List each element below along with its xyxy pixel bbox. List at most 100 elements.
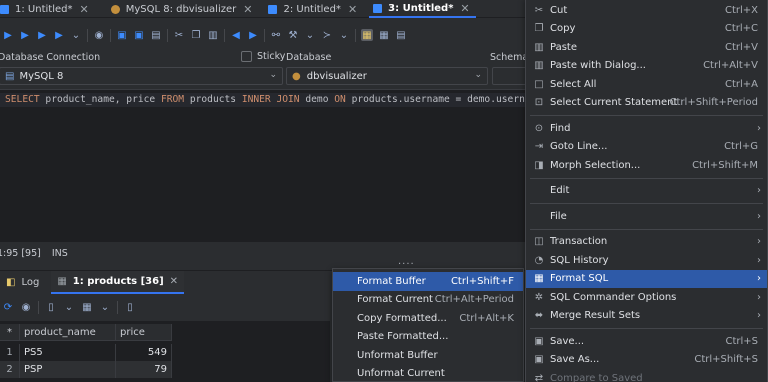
grid-icon[interactable]: ▦ [378,29,390,41]
dropdown-icon[interactable]: ⌄ [99,301,111,313]
tab-log[interactable]: ◧ Log [0,271,45,294]
menu-item-save-as[interactable]: ▣ Save As... Ctrl+Shift+S [526,351,767,370]
menu-item-merge-result-sets[interactable]: ⬌ Merge Result Sets › [526,307,767,326]
dropdown-icon[interactable]: ⌄ [338,29,350,41]
database-select[interactable]: ● dbvisualizer ⌄ [286,67,488,85]
menu-item-sql-commander-options[interactable]: ✲ SQL Commander Options › [526,288,767,307]
save-as-icon[interactable]: ▣ [133,29,145,41]
table-row[interactable]: 2 PSP 79 [0,361,172,378]
menu-item-format-sql[interactable]: ▦ Format SQL › [526,269,767,288]
tab-untitled-1[interactable]: 1: Untitled* ✕ [0,0,95,18]
menu-item-find[interactable]: ⊙ Find › [526,119,767,138]
menu-item-file[interactable]: File › [526,207,767,226]
tab-mysql-dbvisualizer[interactable]: MySQL 8: dbvisualizer ✕ [107,0,259,18]
menu-item-unformat-current[interactable]: Unformat Current [333,365,523,382]
compare-icon: ⇄ [534,372,544,382]
delete-icon[interactable]: ▯ [124,301,136,313]
menu-item-save[interactable]: ▣ Save... Ctrl+S [526,332,767,351]
menu-item-label: Save... [550,335,585,347]
stop-icon[interactable]: ◉ [93,29,105,41]
run-mode-icon[interactable]: ≻ [321,29,333,41]
format-sql-submenu: Format Buffer Ctrl+Shift+F Format Current C… [332,268,524,382]
tab-untitled-2[interactable]: 2: Untitled* ✕ [264,0,363,18]
menu-item-select-all[interactable]: □ Select All Ctrl+A [526,75,767,94]
cut-icon[interactable]: ✂ [173,29,185,41]
select-statement-icon: ⊡ [534,97,544,109]
menu-item-shortcut: Ctrl+A [724,78,758,90]
menu-item-label: Edit [550,185,570,197]
query-builder-icon[interactable]: ⚯ [270,29,282,41]
menu-item-unformat-buffer[interactable]: Unformat Buffer [333,346,523,365]
dropdown-icon[interactable]: ⌄ [63,301,75,313]
menu-item-morph-selection[interactable]: ◨ Morph Selection... Ctrl+Shift+M [526,156,767,175]
column-header-product-name[interactable]: product_name [20,324,116,340]
menu-item-format-buffer[interactable]: Format Buffer Ctrl+Shift+F [333,272,523,291]
forward-icon[interactable]: ▶ [247,29,259,41]
menu-item-format-current[interactable]: Format Current Ctrl+Alt+Period [333,291,523,310]
menu-item-label: Format Current [357,294,433,306]
tab-untitled-3[interactable]: 3: Untitled* ✕ [369,0,476,18]
stop-icon[interactable]: ◉ [20,301,32,313]
editor-tab-bar: 1: Untitled* ✕ MySQL 8: dbvisualizer ✕ 2… [0,0,526,18]
sql-editor[interactable]: SELECT product_name, price FROM products… [0,89,526,242]
print-icon[interactable]: ▤ [150,29,162,41]
menu-item-paste-formatted[interactable]: Paste Formatted... [333,328,523,347]
row-number: 2 [0,361,20,378]
menu-item-label: Unformat Buffer [357,349,438,361]
history-icon: ◔ [534,254,544,266]
menu-item-goto-line[interactable]: ⇥ Goto Line... Ctrl+G [526,138,767,157]
sql-identifier: products [184,94,242,105]
sticky-checkbox[interactable]: Sticky [241,51,285,62]
menu-item-copy[interactable]: ❐ Copy Ctrl+C [526,20,767,39]
close-icon[interactable]: ✕ [460,2,469,15]
menu-item-paste[interactable]: ▥ Paste Ctrl+V [526,38,767,57]
grid-view-icon[interactable]: ▦ [81,301,93,313]
menu-item-label: Select Current Statement [550,97,678,109]
cursor-position: 1:95 [95] [0,247,41,259]
execute-current-icon[interactable]: ▶ [19,29,31,41]
menu-item-copy-formatted[interactable]: Copy Formatted... Ctrl+Alt+K [333,309,523,328]
close-icon[interactable]: ✕ [348,3,357,16]
copy-icon[interactable]: ❐ [190,29,202,41]
table-row[interactable]: 1 PS5 549 [0,344,172,361]
format-sql-icon[interactable]: ▦ [361,29,373,41]
execute-icon[interactable]: ▶ [2,29,14,41]
menu-item-shortcut: Ctrl+Shift+S [694,354,758,366]
menu-item-label: Paste [550,41,577,53]
tools-icon[interactable]: ⚒ [287,29,299,41]
cell-product-name[interactable]: PS5 [20,344,116,361]
menu-item-select-current-statement[interactable]: ⊡ Select Current Statement Ctrl+Shift+Peri… [526,94,767,113]
sql-keyword: SELECT [5,94,40,105]
menu-item-edit[interactable]: Edit › [526,182,767,201]
execute-buffer-icon[interactable]: ▶ [36,29,48,41]
cell-price[interactable]: 79 [116,361,172,378]
chevron-right-icon: › [757,122,761,134]
menu-item-label: Format Buffer [357,275,426,287]
save-icon[interactable]: ▣ [116,29,128,41]
paste-icon[interactable]: ▥ [207,29,219,41]
list-icon[interactable]: ▤ [395,29,407,41]
dropdown-icon[interactable]: ⌄ [304,29,316,41]
cell-price[interactable]: 549 [116,344,172,361]
export-icon[interactable]: ▯ [45,301,57,313]
menu-item-cut[interactable]: ✂ Cut Ctrl+X [526,1,767,20]
close-icon[interactable]: ✕ [243,3,252,16]
execute-explain-icon[interactable]: ▶ [53,29,65,41]
dropdown-icon[interactable]: ⌄ [70,29,82,41]
back-icon[interactable]: ◀ [230,29,242,41]
cell-product-name[interactable]: PSP [20,361,116,378]
menu-item-paste-with-dialog[interactable]: ▥ Paste with Dialog... Ctrl+Alt+V [526,57,767,76]
more-handle[interactable]: .... [398,256,415,267]
column-header-price[interactable]: price [116,324,172,340]
tab-products-result[interactable]: ▦ 1: products [36] ✕ [51,270,185,294]
menu-item-label: File [550,210,567,222]
results-grid[interactable]: * product_name price 1 PS5 549 2 PSP 79 [0,321,330,382]
connection-select[interactable]: ▤ MySQL 8 ⌄ [0,67,283,85]
refresh-icon[interactable]: ⟳ [2,301,14,313]
menu-item-sql-history[interactable]: ◔ SQL History › [526,251,767,270]
close-icon[interactable]: ✕ [79,3,88,16]
paste-icon: ▥ [534,41,544,53]
close-icon[interactable]: ✕ [170,276,178,287]
database-icon: ● [292,70,301,82]
menu-item-transaction[interactable]: ◫ Transaction › [526,233,767,252]
